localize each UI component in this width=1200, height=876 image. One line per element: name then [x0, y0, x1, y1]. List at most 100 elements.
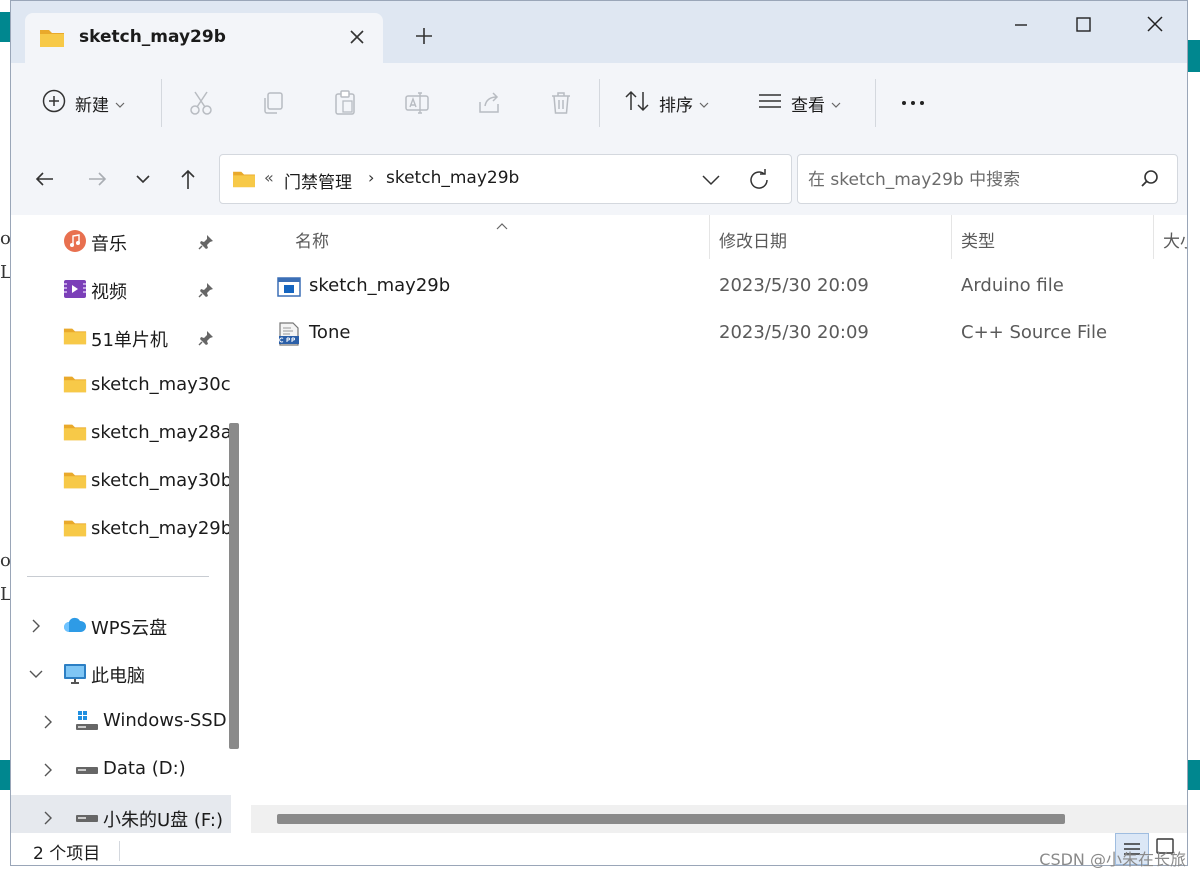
sort-button-label: 排序	[659, 95, 693, 116]
sort-ascending-icon	[495, 215, 509, 230]
new-tab-icon[interactable]	[411, 23, 437, 49]
cloud-icon	[63, 613, 87, 637]
column-header-type[interactable]: 类型	[961, 227, 995, 252]
address-history-chevron-icon[interactable]	[698, 167, 724, 193]
cut-icon[interactable]	[187, 89, 215, 117]
sidebar-item-windows-ssd[interactable]: Windows-SSD	[11, 699, 231, 743]
file-row[interactable]: sketch_may29b 2023/5/30 20:09 Arduino fi…	[275, 265, 1175, 309]
background-accent-top-right	[1188, 40, 1200, 72]
sidebar-item-label: WPS云盘	[91, 618, 168, 639]
breadcrumb-men-jin-guan-li[interactable]: 门禁管理	[284, 168, 352, 193]
breadcrumb-sketch-may29b[interactable]: sketch_may29b	[386, 168, 519, 188]
tab-title: sketch_may29b	[79, 27, 226, 47]
minimize-icon[interactable]	[1003, 11, 1039, 39]
item-count: 2 个项目	[33, 844, 101, 864]
navigation-row: « 门禁管理 › sketch_may29b	[11, 143, 1187, 215]
sort-button[interactable]: 排序	[623, 63, 709, 143]
tab-sketch-may29b[interactable]: sketch_may29b	[25, 13, 383, 63]
watermark: CSDN @小朱在长旅	[1039, 850, 1186, 869]
rename-icon[interactable]	[403, 89, 431, 117]
pin-icon[interactable]	[197, 329, 215, 347]
sidebar-item-label: sketch_may29b	[91, 518, 231, 539]
folder-icon	[232, 169, 256, 194]
chevron-down-icon[interactable]	[27, 665, 45, 683]
chevron-down-icon	[115, 93, 125, 114]
refresh-icon[interactable]	[746, 167, 772, 193]
column-header-size[interactable]: 大小	[1163, 227, 1187, 252]
sidebar-item-music[interactable]: 音乐	[11, 219, 231, 263]
up-arrow-icon[interactable]	[174, 165, 202, 193]
folder-icon	[63, 325, 87, 349]
sidebar-item-sketch-may28a[interactable]: sketch_may28a	[11, 411, 231, 455]
more-options-icon[interactable]	[899, 89, 927, 117]
sidebar-item-sketch-may30c[interactable]: sketch_may30c	[11, 363, 231, 407]
background-accent-bottom-right	[1188, 760, 1200, 790]
sidebar-item-sketch-may30b[interactable]: sketch_may30b	[11, 459, 231, 503]
search-input[interactable]	[806, 165, 1130, 195]
sidebar-item-wps-cloud[interactable]: WPS云盘	[11, 603, 231, 647]
sidebar-item-51-mcu[interactable]: 51单片机	[11, 315, 231, 359]
paste-icon[interactable]	[331, 89, 359, 117]
share-icon[interactable]	[475, 89, 503, 117]
sidebar-item-usb-drive-f[interactable]: 小朱的U盘 (F:)	[11, 795, 231, 833]
file-name: Tone	[309, 322, 351, 343]
view-button-label: 查看	[791, 95, 825, 116]
column-divider[interactable]	[709, 215, 710, 259]
view-button[interactable]: 查看	[757, 63, 841, 143]
sidebar-item-label: Windows-SSD	[103, 710, 227, 731]
chevron-right-icon[interactable]	[39, 761, 57, 779]
address-bar[interactable]: « 门禁管理 › sketch_may29b	[219, 154, 792, 204]
back-arrow-icon[interactable]	[31, 165, 59, 193]
chevron-down-icon	[699, 93, 709, 114]
horizontal-scrollbar-thumb[interactable]	[277, 814, 1065, 824]
column-header-name[interactable]: 名称	[295, 227, 329, 252]
drive-icon	[75, 757, 99, 781]
new-button[interactable]: 新建	[41, 63, 125, 143]
cpp-file-icon	[277, 322, 301, 346]
address-overflow[interactable]: «	[264, 168, 274, 187]
file-list: 名称 修改日期 类型 大小 sketch_may29b 2023/5/30 20…	[247, 215, 1187, 805]
delete-icon[interactable]	[547, 89, 575, 117]
column-divider[interactable]	[1153, 215, 1154, 259]
sidebar-divider	[27, 576, 209, 577]
chevron-right-icon[interactable]	[39, 809, 57, 827]
breadcrumb-separator[interactable]: ›	[368, 168, 374, 187]
command-bar: 新建 排序 查看	[11, 63, 1187, 144]
sort-arrows-icon	[623, 88, 651, 119]
chevron-right-icon[interactable]	[39, 713, 57, 731]
column-header-date-modified[interactable]: 修改日期	[719, 227, 787, 252]
drive-windows-icon	[75, 709, 99, 733]
sidebar-item-label: 视频	[91, 282, 127, 303]
folder-icon	[63, 421, 87, 445]
horizontal-scrollbar[interactable]	[251, 805, 1187, 833]
forward-arrow-icon[interactable]	[83, 165, 111, 193]
computer-icon	[63, 661, 87, 685]
sidebar-item-label: Data (D:)	[103, 758, 186, 779]
pin-icon[interactable]	[197, 233, 215, 251]
column-divider[interactable]	[951, 215, 952, 259]
plus-circle-icon	[41, 88, 67, 119]
sidebar-item-video[interactable]: 视频	[11, 267, 231, 311]
folder-icon	[63, 469, 87, 493]
pin-icon[interactable]	[197, 281, 215, 299]
toolbar-divider	[875, 79, 876, 127]
sidebar-scrollbar[interactable]	[229, 423, 239, 749]
sidebar-item-sketch-may29b[interactable]: sketch_may29b	[11, 507, 231, 551]
title-bar: sketch_may29b	[11, 1, 1187, 63]
file-type: Arduino file	[961, 275, 1064, 296]
folder-icon	[63, 373, 87, 397]
copy-icon[interactable]	[259, 89, 287, 117]
close-window-icon[interactable]	[1137, 11, 1173, 39]
close-tab-icon[interactable]	[343, 23, 371, 51]
recent-locations-chevron-icon[interactable]	[129, 165, 157, 193]
file-row[interactable]: Tone 2023/5/30 20:09 C++ Source File	[275, 312, 1175, 356]
chevron-right-icon[interactable]	[27, 617, 45, 635]
maximize-icon[interactable]	[1065, 11, 1101, 39]
sidebar-item-this-pc[interactable]: 此电脑	[11, 651, 231, 695]
sidebar-item-label: 音乐	[91, 234, 127, 255]
sidebar-item-data-d[interactable]: Data (D:)	[11, 747, 231, 791]
search-icon[interactable]	[1138, 167, 1162, 191]
search-box[interactable]	[797, 154, 1178, 204]
sidebar-item-label: sketch_may30c	[91, 374, 231, 395]
file-date-modified: 2023/5/30 20:09	[719, 275, 869, 296]
